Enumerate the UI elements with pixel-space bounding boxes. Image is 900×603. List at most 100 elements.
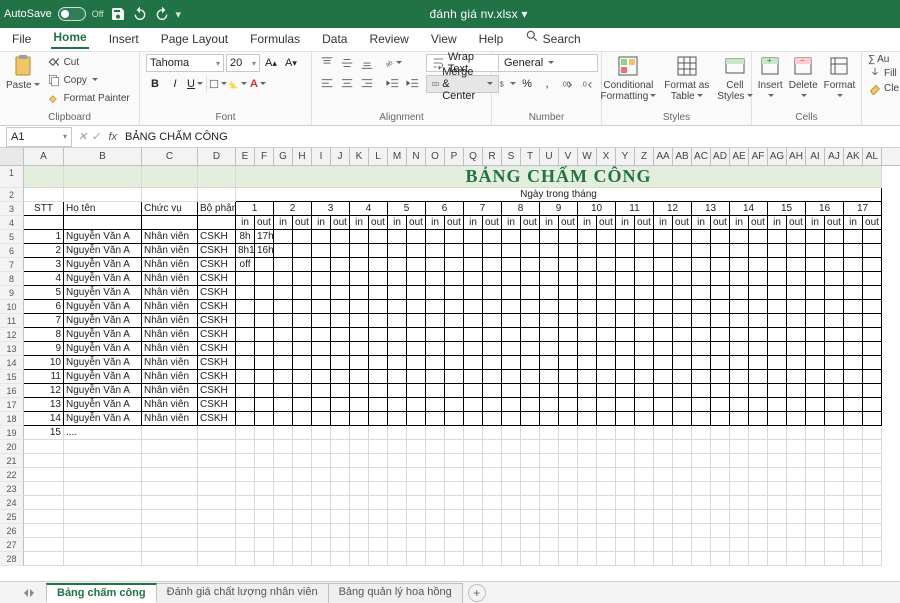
data-out[interactable]: [597, 412, 616, 426]
data-in[interactable]: [540, 300, 559, 314]
cell[interactable]: [236, 426, 255, 440]
cell[interactable]: [863, 468, 882, 482]
data-in[interactable]: [236, 300, 255, 314]
format-painter-button[interactable]: Format Painter: [44, 90, 133, 106]
data-hoten[interactable]: Nguyễn Văn A: [64, 244, 142, 258]
data-chucvu[interactable]: Nhân viên: [142, 356, 198, 370]
cell[interactable]: [749, 510, 768, 524]
data-in[interactable]: [426, 272, 445, 286]
cell[interactable]: [673, 510, 692, 524]
cell[interactable]: [540, 454, 559, 468]
data-out[interactable]: [711, 370, 730, 384]
cell[interactable]: [483, 496, 502, 510]
cell[interactable]: [863, 440, 882, 454]
data-out[interactable]: [445, 244, 464, 258]
data-out[interactable]: [749, 272, 768, 286]
cell[interactable]: [673, 538, 692, 552]
data-out[interactable]: [673, 412, 692, 426]
data-out[interactable]: [445, 328, 464, 342]
data-in[interactable]: [426, 356, 445, 370]
data-in[interactable]: [844, 384, 863, 398]
data-out[interactable]: [255, 398, 274, 412]
cell[interactable]: [787, 496, 806, 510]
data-in[interactable]: [502, 286, 521, 300]
cell[interactable]: [768, 440, 787, 454]
data-out[interactable]: [673, 244, 692, 258]
data-in[interactable]: [426, 314, 445, 328]
cell[interactable]: [654, 524, 673, 538]
cell[interactable]: [768, 454, 787, 468]
data-bophan[interactable]: CSKH: [198, 258, 236, 272]
data-out[interactable]: [863, 412, 882, 426]
data-stt[interactable]: 9: [24, 342, 64, 356]
data-out[interactable]: [863, 370, 882, 384]
data-out[interactable]: [711, 384, 730, 398]
data-out[interactable]: [369, 412, 388, 426]
cell[interactable]: [464, 454, 483, 468]
enter-icon[interactable]: ✓: [91, 130, 100, 143]
cell[interactable]: [312, 440, 331, 454]
data-bophan[interactable]: CSKH: [198, 398, 236, 412]
data-out[interactable]: [597, 244, 616, 258]
cell[interactable]: [388, 482, 407, 496]
data-bophan[interactable]: CSKH: [198, 272, 236, 286]
cell[interactable]: [844, 454, 863, 468]
data-out[interactable]: [863, 356, 882, 370]
data-out[interactable]: [369, 286, 388, 300]
data-out[interactable]: [825, 272, 844, 286]
row-header[interactable]: 4: [0, 216, 24, 230]
data-out[interactable]: [673, 300, 692, 314]
cell[interactable]: [635, 454, 654, 468]
align-center-button[interactable]: [338, 75, 356, 93]
cell[interactable]: [540, 510, 559, 524]
data-out[interactable]: [255, 370, 274, 384]
data-out[interactable]: [597, 258, 616, 272]
data-in[interactable]: [274, 272, 293, 286]
col-header[interactable]: B: [64, 148, 142, 165]
cell[interactable]: [806, 454, 825, 468]
data-in[interactable]: [654, 300, 673, 314]
cell[interactable]: [350, 468, 369, 482]
cell[interactable]: [483, 510, 502, 524]
data-in[interactable]: [426, 412, 445, 426]
cell[interactable]: [825, 538, 844, 552]
cell[interactable]: [502, 426, 521, 440]
data-in[interactable]: [578, 314, 597, 328]
cell[interactable]: [293, 440, 312, 454]
data-out[interactable]: [597, 370, 616, 384]
cell[interactable]: [768, 552, 787, 566]
data-out[interactable]: [293, 356, 312, 370]
data-in[interactable]: [502, 230, 521, 244]
cell[interactable]: [521, 524, 540, 538]
decrease-indent-button[interactable]: [384, 75, 402, 93]
cell[interactable]: [369, 552, 388, 566]
col-header[interactable]: K: [350, 148, 369, 165]
cell[interactable]: [692, 454, 711, 468]
data-out[interactable]: [635, 314, 654, 328]
data-in[interactable]: [578, 272, 597, 286]
data-out[interactable]: [445, 272, 464, 286]
data-in[interactable]: [616, 342, 635, 356]
cell[interactable]: [559, 482, 578, 496]
data-in[interactable]: [388, 272, 407, 286]
data-out[interactable]: [521, 300, 540, 314]
data-bophan[interactable]: CSKH: [198, 356, 236, 370]
data-out[interactable]: [635, 258, 654, 272]
cell[interactable]: [578, 440, 597, 454]
data-out[interactable]: [711, 412, 730, 426]
cell[interactable]: [274, 524, 293, 538]
data-out[interactable]: [559, 258, 578, 272]
data-out[interactable]: [293, 342, 312, 356]
data-out[interactable]: [483, 272, 502, 286]
row-header[interactable]: 10: [0, 300, 24, 314]
row-header[interactable]: 5: [0, 230, 24, 244]
cell[interactable]: [749, 538, 768, 552]
data-out[interactable]: [863, 300, 882, 314]
font-size-select[interactable]: 20▾: [226, 54, 260, 72]
row-header[interactable]: 16: [0, 384, 24, 398]
cell[interactable]: [749, 426, 768, 440]
cell[interactable]: [521, 510, 540, 524]
row-header[interactable]: 26: [0, 524, 24, 538]
data-out[interactable]: [711, 244, 730, 258]
data-in[interactable]: [616, 384, 635, 398]
